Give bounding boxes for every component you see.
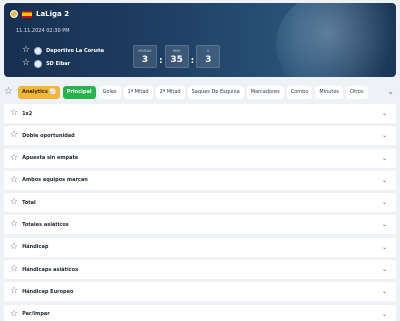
chevron-down-icon[interactable]: ⌄ [382,155,387,162]
market-row[interactable]: ☆ Doble oportunidad ⌄ [4,126,396,146]
chevron-down-icon[interactable]: ⌄ [382,266,387,273]
chevron-down-icon[interactable]: ⌄ [382,244,387,251]
tab-combo[interactable]: Combo [286,85,313,99]
favorite-star-icon[interactable]: ☆ [10,287,18,296]
tab-second-half[interactable]: 2ª Mitad [155,85,185,99]
favorite-star-icon[interactable]: ☆ [10,242,18,252]
chevron-down-icon[interactable]: ⌄ [382,311,387,318]
tab-otros[interactable]: Otros [346,85,368,99]
timer-hours-label: HORAS [138,49,152,53]
analytics-chart-icon: 📈 [49,88,56,95]
market-name: Apuesta sin empate [22,155,79,162]
market-row[interactable]: ☆ Totales asiáticos ⌄ [4,215,396,235]
chevron-down-icon[interactable]: ⌄ [382,177,387,184]
away-team: ☆ SD Eibar [22,59,70,68]
favorite-star-icon[interactable]: ☆ [10,309,18,319]
league-icon [10,10,18,18]
market-name: Total [22,199,36,206]
timer-separator: : [190,56,195,66]
market-name: 1x2 [22,110,33,117]
market-name: Hándicaps asiáticos [22,266,79,273]
spain-flag-icon [22,10,32,18]
favorite-star-icon[interactable]: ☆ [22,59,30,68]
league-row[interactable]: LaLiga 2 [10,10,69,18]
timer-seconds-value: 3 [205,55,212,65]
favorite-star-icon[interactable]: ☆ [10,198,18,207]
market-tabs: ☆ Analytics 📈 Principal Goles 1ª Mitad 2… [0,85,400,99]
tab-corners[interactable]: Saques De Esquina [187,85,244,99]
favorite-star-icon[interactable]: ☆ [22,46,30,55]
home-team: ☆ Deportivo La Coruña [22,46,104,55]
favorite-star-icon[interactable]: ☆ [10,265,18,274]
home-team-name: Deportivo La Coruña [46,47,105,54]
favorite-star-icon[interactable]: ☆ [10,131,18,140]
away-team-name: SD Eibar [46,60,71,67]
favorites-star-icon[interactable]: ☆ [4,87,13,97]
favorite-star-icon[interactable]: ☆ [10,175,18,185]
away-team-crest-icon [34,59,43,68]
markets-list: ☆ 1x2 ⌄ ☆ Doble oportunidad ⌄ ☆ Apuesta … [4,104,396,321]
market-row[interactable]: ☆ Hándicap ⌄ [4,237,396,257]
timer-hours-value: 3 [141,55,149,65]
match-datetime: 11.11.2024 02:30 PM [16,28,70,34]
header-decoration [276,3,396,77]
match-header: LaLiga 2 11.11.2024 02:30 PM ☆ Deportivo… [4,3,396,77]
tab-analytics[interactable]: Analytics 📈 [17,85,60,99]
tab-principal[interactable]: Principal [62,85,96,99]
market-row[interactable]: ☆ Ambos equipos marcan ⌄ [4,170,396,190]
expand-tabs-chevron-icon[interactable]: ⌄ [387,88,394,96]
chevron-down-icon[interactable]: ⌄ [382,110,387,117]
timer-minutes-value: 35 [170,55,183,65]
favorite-star-icon[interactable]: ☆ [10,109,18,118]
market-row[interactable]: ☆ Par/Impar ⌄ [4,304,396,321]
timer-minutes: MIN 35 [164,45,189,68]
timer-minutes-label: MIN [172,49,181,53]
market-row[interactable]: ☆ Total ⌄ [4,193,396,213]
market-row[interactable]: ☆ Apuesta sin empate ⌄ [4,148,396,168]
market-name: Hándicap [22,244,49,251]
timer-hours: HORAS 3 [133,45,157,68]
chevron-down-icon[interactable]: ⌄ [382,288,387,295]
chevron-down-icon[interactable]: ⌄ [382,132,387,139]
chevron-down-icon[interactable]: ⌄ [382,199,387,206]
market-row[interactable]: ☆ 1x2 ⌄ [4,104,396,123]
market-row[interactable]: ☆ Hándicap Europeo ⌄ [4,282,396,302]
market-name: Ambos equipos marcan [22,177,88,184]
market-row[interactable]: ☆ Hándicaps asiáticos ⌄ [4,260,396,280]
market-name: Hándicap Europeo [22,288,74,295]
tab-first-half[interactable]: 1ª Mitad [123,85,153,99]
favorite-star-icon[interactable]: ☆ [10,153,18,163]
league-name: LaLiga 2 [36,10,70,18]
market-name: Par/Impar [22,311,50,318]
tab-goles[interactable]: Goles [98,85,121,99]
timer-seconds-label: S [207,49,210,53]
home-team-crest-icon [34,46,43,55]
market-name: Totales asiáticos [22,221,69,228]
favorite-star-icon[interactable]: ☆ [10,220,18,229]
timer-seconds: S 3 [196,45,221,68]
timer-separator: : [159,56,163,66]
tab-marcadores[interactable]: Marcadores [246,85,284,99]
countdown-timer: HORAS 3 : MIN 35 : S 3 [133,45,221,68]
chevron-down-icon[interactable]: ⌄ [382,221,387,228]
tab-analytics-label: Analytics [21,88,48,95]
tab-minutos[interactable]: Minutos [315,85,344,99]
market-name: Doble oportunidad [22,132,75,139]
